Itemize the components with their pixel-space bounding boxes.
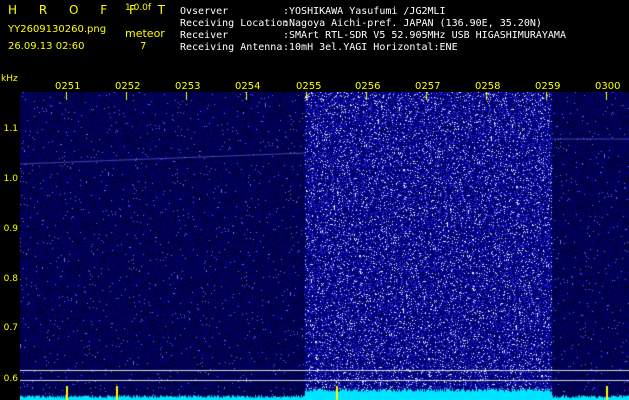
- x-tick-label: 0255: [296, 81, 322, 92]
- info-key-antenna: Receiving Antenna: [180, 42, 283, 53]
- file-name: YY2609130260.png: [8, 24, 107, 35]
- x-tick-label: 0259: [535, 81, 561, 92]
- app-version: 1.0.0f: [125, 3, 152, 13]
- y-tick-label: 0.6: [3, 374, 18, 384]
- y-tick-label: 0.9: [3, 224, 18, 234]
- x-tick-label: 0258: [475, 81, 501, 92]
- hroft-window: H R O F F T 1.0.0f YY2609130260.png 26.0…: [0, 0, 629, 400]
- date-time: 26.09.13 02:60: [8, 41, 85, 52]
- x-tick-label: 0253: [175, 81, 201, 92]
- x-tick-label: 0257: [415, 81, 441, 92]
- y-tick-label: 0.7: [3, 323, 18, 333]
- meteor-count: 7: [140, 41, 147, 52]
- x-tick-label: 0251: [55, 81, 81, 92]
- axis-unit-label: kHz: [1, 74, 18, 84]
- y-tick-label: 1.1: [3, 124, 18, 134]
- x-tick-label: 0256: [355, 81, 381, 92]
- spectrogram-canvas: [20, 92, 629, 400]
- x-tick-label: 0252: [115, 81, 141, 92]
- x-tick-label: 0300: [595, 81, 621, 92]
- info-key-location: Receiving Location: [180, 18, 289, 29]
- info-value-receiver: :SMArt RTL-SDR V5 52.905MHz USB HIGASHIM…: [283, 30, 566, 41]
- info-key-observer: Ovserver: [180, 6, 229, 17]
- meteor-label: meteor: [125, 27, 165, 40]
- y-tick-label: 0.8: [3, 274, 18, 284]
- info-value-antenna: :10mH 3el.YAGI Horizontal:ENE: [283, 42, 458, 53]
- info-value-location: :Nagoya Aichi-pref. JAPAN (136.90E, 35.2…: [283, 18, 542, 29]
- info-key-receiver: Receiver: [180, 30, 229, 41]
- x-tick-label: 0254: [235, 81, 261, 92]
- info-value-observer: :YOSHIKAWA Yasufumi /JG2MLI: [283, 6, 446, 17]
- y-tick-label: 1.0: [3, 174, 18, 184]
